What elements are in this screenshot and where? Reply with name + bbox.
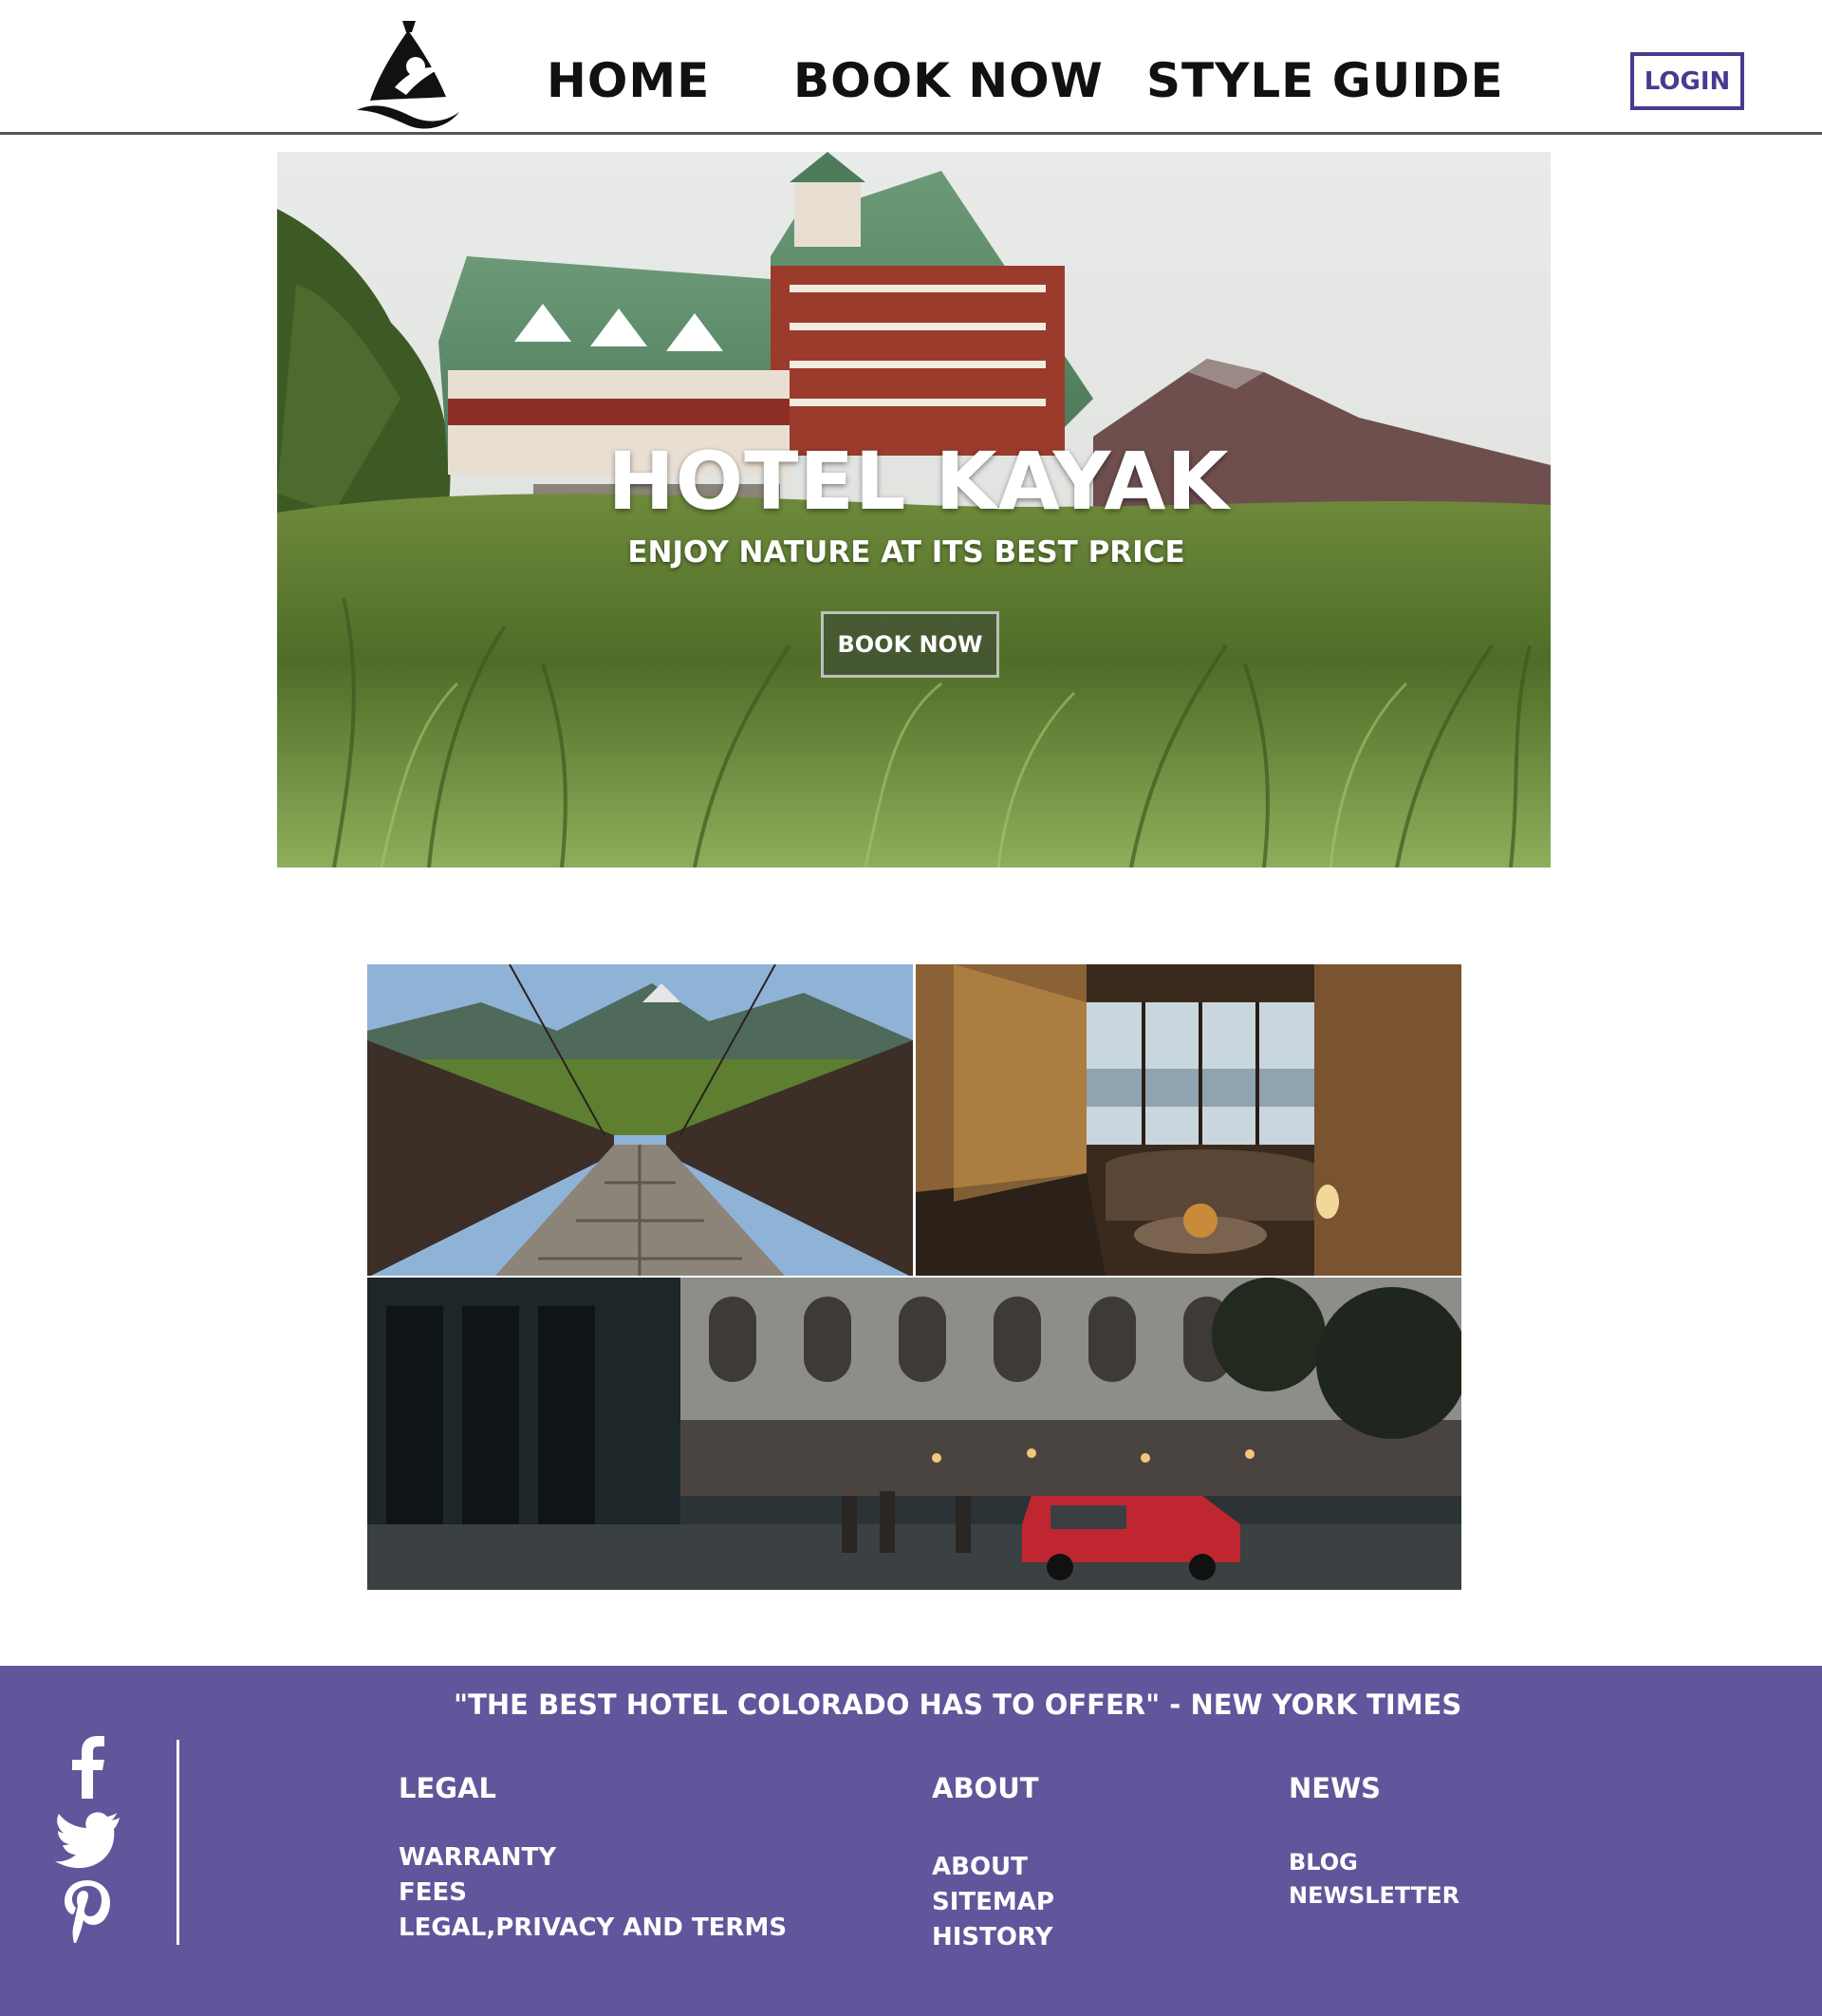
photo-gallery (367, 964, 1461, 1590)
press-quote: "THE BEST HOTEL COLORADO HAS TO OFFER" -… (454, 1689, 1462, 1721)
footer-link-blog[interactable]: BLOG (1289, 1846, 1459, 1879)
social-links (53, 1734, 125, 1951)
kayaker-logo-icon[interactable] (353, 17, 463, 131)
hero-title: HOTEL KAYAK (607, 435, 1230, 528)
footer-column-about: ABOUT ABOUT SITEMAP HISTORY (932, 1772, 1054, 1955)
nav-style-guide[interactable]: STYLE GUIDE (1146, 53, 1504, 108)
facebook-icon[interactable] (53, 1734, 125, 1801)
nav-home[interactable]: HOME (547, 53, 710, 108)
street-photo[interactable] (367, 1278, 1461, 1590)
twitter-icon[interactable] (53, 1806, 125, 1873)
footer-link-about[interactable]: ABOUT (932, 1850, 1054, 1885)
site-footer: "THE BEST HOTEL COLORADO HAS TO OFFER" -… (0, 1666, 1822, 2016)
hero-subtitle: ENJOY NATURE AT ITS BEST PRICE (627, 535, 1185, 569)
footer-link-legal-privacy-terms[interactable]: LEGAL,PRIVACY AND TERMS (399, 1911, 787, 1946)
pinterest-icon[interactable] (53, 1878, 125, 1945)
footer-column-legal: LEGAL WARRANTY FEES LEGAL,PRIVACY AND TE… (399, 1772, 787, 1946)
footer-link-newsletter[interactable]: NEWSLETTER (1289, 1879, 1459, 1913)
footer-column-title: LEGAL (399, 1772, 497, 1804)
bridge-image (367, 964, 913, 1276)
footer-column-title: NEWS (1289, 1772, 1381, 1804)
footer-column-news: NEWS BLOG NEWSLETTER (1289, 1772, 1459, 1913)
lounge-photo[interactable] (916, 964, 1461, 1276)
footer-link-history[interactable]: HISTORY (932, 1920, 1054, 1955)
footer-divider (177, 1740, 179, 1945)
hero-book-now-button[interactable]: BOOK NOW (821, 611, 999, 678)
site-header: HOME BOOK NOW STYLE GUIDE LOGIN (0, 0, 1822, 135)
footer-link-fees[interactable]: FEES (399, 1876, 787, 1911)
footer-column-title: ABOUT (932, 1772, 1039, 1804)
street-image (367, 1278, 1461, 1590)
footer-link-sitemap[interactable]: SITEMAP (932, 1885, 1054, 1920)
lounge-image (916, 964, 1461, 1276)
hero-banner: HOTEL KAYAK ENJOY NATURE AT ITS BEST PRI… (277, 152, 1551, 868)
login-button[interactable]: LOGIN (1630, 52, 1744, 110)
footer-link-warranty[interactable]: WARRANTY (399, 1840, 787, 1876)
bridge-photo[interactable] (367, 964, 913, 1276)
nav-book-now[interactable]: BOOK NOW (793, 53, 1104, 108)
